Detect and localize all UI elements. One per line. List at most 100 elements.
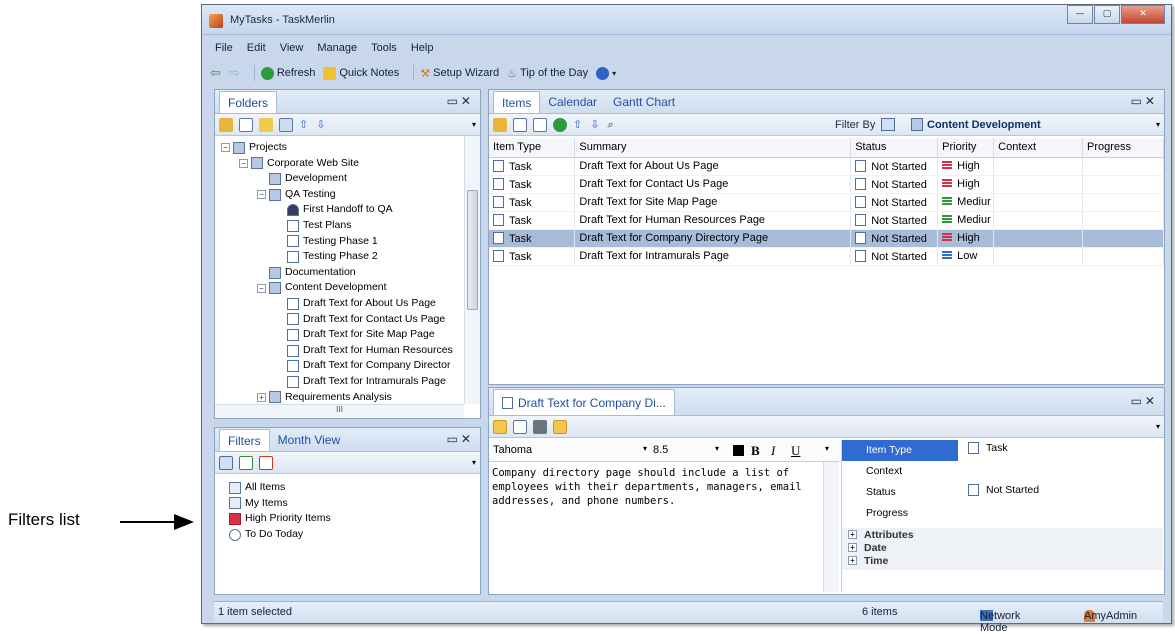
font-name-select[interactable]: Tahoma — [493, 444, 532, 456]
setup-wizard-button[interactable]: ⚒ Setup Wizard — [420, 67, 499, 80]
close-button[interactable]: ✕ — [1121, 5, 1165, 24]
scroll-thumb[interactable] — [467, 190, 478, 310]
collapse-icon[interactable]: − — [257, 283, 266, 293]
menu-edit[interactable]: Edit — [247, 42, 266, 54]
new-item-icon[interactable] — [513, 117, 527, 132]
move-down-icon[interactable]: ⇩ — [590, 118, 599, 131]
tab-month-view[interactable]: Month View — [270, 429, 348, 451]
complete-check-icon[interactable] — [553, 117, 567, 132]
property-group[interactable]: + Date — [842, 541, 1163, 554]
table-row[interactable]: Task Draft Text for Company Directory Pag… — [489, 229, 1164, 248]
tab-calendar[interactable]: Calendar — [540, 91, 605, 113]
tree-item[interactable]: Draft Text for Site Map Page — [221, 327, 453, 343]
tab-folders[interactable]: Folders — [219, 91, 278, 113]
delete-filter-icon[interactable] — [259, 455, 273, 470]
table-row[interactable]: Task Draft Text for Contact Us Page Not St… — [489, 175, 1164, 194]
edit-pencil-icon[interactable] — [493, 419, 507, 434]
pane-controls[interactable]: ▭✕ — [447, 94, 474, 108]
property-row[interactable]: Item Type Task — [842, 440, 1163, 461]
minimize-button[interactable]: — — [1067, 5, 1093, 24]
new-task-icon[interactable] — [533, 117, 547, 132]
refresh-button[interactable]: Refresh — [260, 66, 315, 80]
forward-button[interactable]: ⇨ — [229, 65, 240, 81]
table-row[interactable]: Task Draft Text for Human Resources Page N… — [489, 211, 1164, 230]
note-scrollbar[interactable] — [823, 462, 839, 592]
help-dropdown-button[interactable]: ▾ — [596, 66, 616, 80]
tree-item[interactable]: Test Plans — [221, 218, 453, 234]
folders-vertical-scrollbar[interactable] — [464, 136, 480, 404]
property-row[interactable]: Status Not Started — [842, 482, 1163, 503]
back-button[interactable]: ⇦ — [210, 65, 221, 81]
quick-notes-button[interactable]: Quick Notes — [323, 66, 399, 80]
text-color-icon[interactable] — [733, 445, 744, 456]
tree-item[interactable]: Draft Text for Human Resources — [221, 343, 453, 359]
filter-item[interactable]: High Priority Items — [229, 511, 331, 527]
tree-item[interactable]: Draft Text for Contact Us Page — [221, 312, 453, 328]
tree-item[interactable]: First Handoff to QA — [221, 202, 453, 218]
tree-item[interactable]: − Content Development — [221, 280, 453, 296]
table-row[interactable]: Task Draft Text for Intramurals Page Not S… — [489, 247, 1164, 266]
menu-file[interactable]: File — [215, 42, 233, 54]
tree-item[interactable]: − Corporate Web Site — [221, 156, 453, 172]
pane-controls[interactable]: ▭✕ — [447, 432, 474, 446]
chevron-down-icon[interactable]: ▾ — [1156, 422, 1160, 431]
move-up-icon[interactable]: ⇧ — [573, 118, 582, 131]
expand-icon[interactable]: + — [257, 392, 266, 402]
expand-icon[interactable]: + — [848, 543, 857, 552]
menu-view[interactable]: View — [280, 42, 304, 54]
filter-dropdown-icon[interactable] — [881, 118, 895, 131]
new-item-icon[interactable] — [239, 117, 253, 132]
filter-item[interactable]: All Items — [229, 480, 331, 496]
tab-gantt-chart[interactable]: Gantt Chart — [605, 91, 683, 113]
font-size-select[interactable]: 8.5 — [653, 444, 668, 456]
find-icon[interactable]: ⌕ — [607, 118, 613, 132]
menu-help[interactable]: Help — [411, 42, 434, 54]
tree-item[interactable]: − QA Testing — [221, 187, 453, 203]
expand-icon[interactable]: + — [848, 530, 857, 539]
column-progress[interactable]: Progress — [1082, 138, 1164, 158]
layout-icon[interactable] — [553, 419, 567, 434]
tree-item[interactable]: Draft Text for Intramurals Page — [221, 374, 453, 390]
maximize-button[interactable]: ▢ — [1094, 5, 1120, 24]
tip-of-day-button[interactable]: ♨ Tip of the Day — [507, 67, 588, 80]
tree-item[interactable]: + Requirements Analysis — [221, 390, 453, 406]
new-note-icon[interactable] — [513, 419, 527, 434]
column-summary[interactable]: Summary — [574, 138, 852, 158]
edit-pencil-icon[interactable] — [493, 117, 507, 132]
tab-filters[interactable]: Filters — [219, 429, 270, 451]
property-row[interactable]: Progress — [842, 503, 1163, 524]
filter-icon[interactable] — [219, 455, 233, 470]
filter-value[interactable]: Content Development — [927, 119, 1041, 131]
menu-manage[interactable]: Manage — [317, 42, 357, 54]
chevron-down-icon[interactable]: ▾ — [643, 444, 647, 453]
folder-icon[interactable] — [259, 117, 273, 132]
chevron-down-icon[interactable]: ▾ — [472, 120, 476, 129]
move-up-icon[interactable]: ⇧ — [299, 118, 308, 131]
tree-item[interactable]: Testing Phase 2 — [221, 249, 453, 265]
column-item-type[interactable]: Item Type — [489, 138, 576, 158]
collapse-icon[interactable]: − — [257, 190, 266, 200]
tab-items[interactable]: Items — [493, 91, 541, 113]
table-row[interactable]: Task Draft Text for About Us Page Not Star… — [489, 157, 1164, 176]
menu-tools[interactable]: Tools — [371, 42, 397, 54]
move-down-icon[interactable]: ⇩ — [316, 118, 325, 131]
tree-item[interactable]: Draft Text for About Us Page — [221, 296, 453, 312]
properties-icon[interactable] — [279, 117, 293, 132]
tree-item[interactable]: Documentation — [221, 265, 453, 281]
folders-horizontal-scrollbar[interactable]: III — [215, 404, 464, 418]
pane-controls[interactable]: ▭✕ — [1131, 94, 1158, 108]
chevron-down-icon[interactable]: ▾ — [472, 458, 476, 467]
print-icon[interactable] — [533, 419, 547, 434]
tree-item[interactable]: Testing Phase 1 — [221, 234, 453, 250]
underline-icon[interactable]: U — [791, 443, 800, 459]
edit-filter-icon[interactable] — [239, 455, 253, 470]
edit-pencil-icon[interactable] — [219, 117, 233, 132]
collapse-icon[interactable]: − — [239, 158, 248, 168]
chevron-down-icon[interactable]: ▾ — [1156, 120, 1160, 129]
note-text-area[interactable]: Company directory page should include a … — [492, 466, 822, 508]
bold-icon[interactable]: B — [751, 443, 760, 459]
property-group[interactable]: + Attributes — [842, 528, 1163, 541]
filter-item[interactable]: To Do Today — [229, 527, 331, 543]
italic-icon[interactable]: I — [771, 443, 775, 459]
tree-item[interactable]: Draft Text for Company Director — [221, 358, 453, 374]
